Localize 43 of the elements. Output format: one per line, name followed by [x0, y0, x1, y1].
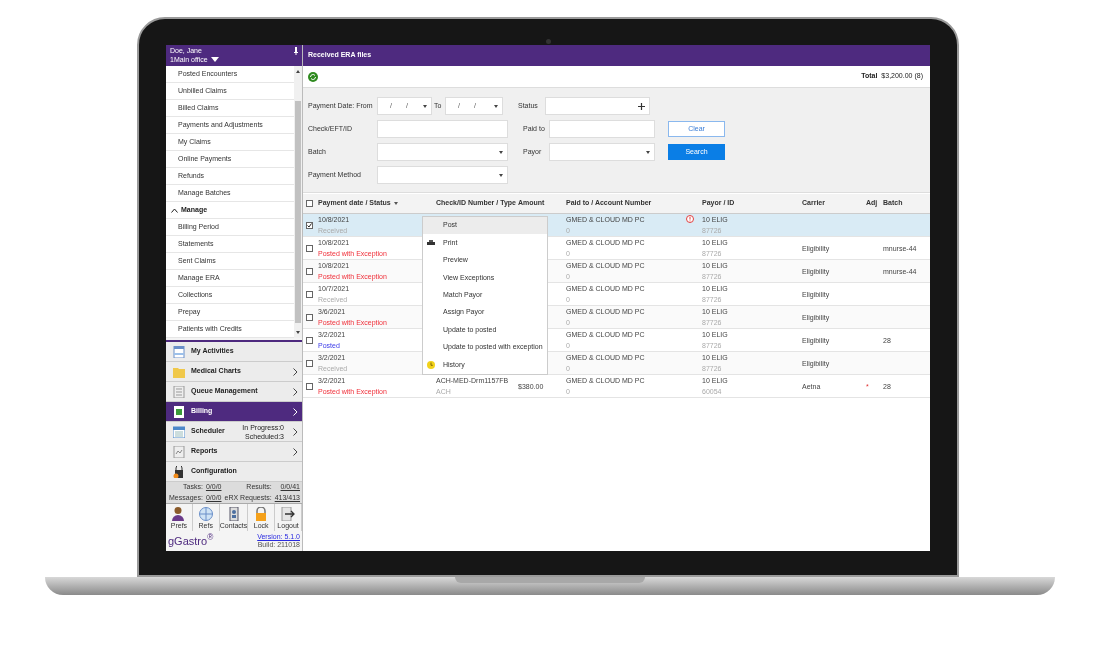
- calendar-icon: [173, 425, 185, 438]
- caret-icon: [210, 57, 219, 62]
- checkbox[interactable]: [306, 221, 313, 229]
- checkbox[interactable]: [306, 313, 313, 321]
- caret-icon: [499, 150, 503, 154]
- plus-icon: [638, 102, 645, 110]
- checkbox[interactable]: [306, 267, 313, 275]
- checkbox[interactable]: [306, 290, 313, 298]
- chevron-up-icon: [171, 207, 178, 213]
- printer-icon: [427, 240, 435, 247]
- caret-icon: [499, 173, 503, 177]
- billing-icon: [173, 405, 185, 418]
- camera-icon: [546, 39, 551, 44]
- checkbox[interactable]: [306, 336, 313, 344]
- checkbox[interactable]: [306, 382, 313, 390]
- scrollbar-thumb[interactable]: [295, 101, 301, 323]
- caret-icon: [494, 104, 498, 108]
- globe-icon: [198, 507, 213, 521]
- scrollbar[interactable]: [294, 66, 302, 338]
- lock-icon: [254, 507, 269, 521]
- input-field[interactable]: [545, 97, 650, 115]
- lock-gear-icon: [173, 465, 185, 478]
- logout-icon: [281, 507, 296, 521]
- caret-icon: [423, 104, 427, 108]
- checkbox[interactable]: [306, 359, 313, 367]
- caret-icon: [646, 150, 650, 154]
- contact-card-icon: [226, 507, 241, 521]
- checklist-icon: [173, 345, 185, 358]
- folder-icon: [173, 365, 185, 378]
- checkbox[interactable]: [306, 244, 313, 252]
- scroll-up-icon: [296, 70, 300, 73]
- refresh-icon[interactable]: [308, 71, 318, 82]
- checkbox[interactable]: [306, 200, 313, 207]
- sort-caret-icon: [393, 202, 398, 205]
- chart-icon: [173, 445, 185, 458]
- scroll-down-icon: [296, 331, 300, 334]
- document-icon: [173, 385, 185, 398]
- clock-icon: [427, 360, 435, 369]
- input-field[interactable]: [549, 120, 655, 138]
- input-field[interactable]: [377, 120, 508, 138]
- person-icon: [171, 507, 186, 521]
- pin-icon: [294, 47, 298, 55]
- logo: gGastro$^{®}$: [168, 535, 214, 547]
